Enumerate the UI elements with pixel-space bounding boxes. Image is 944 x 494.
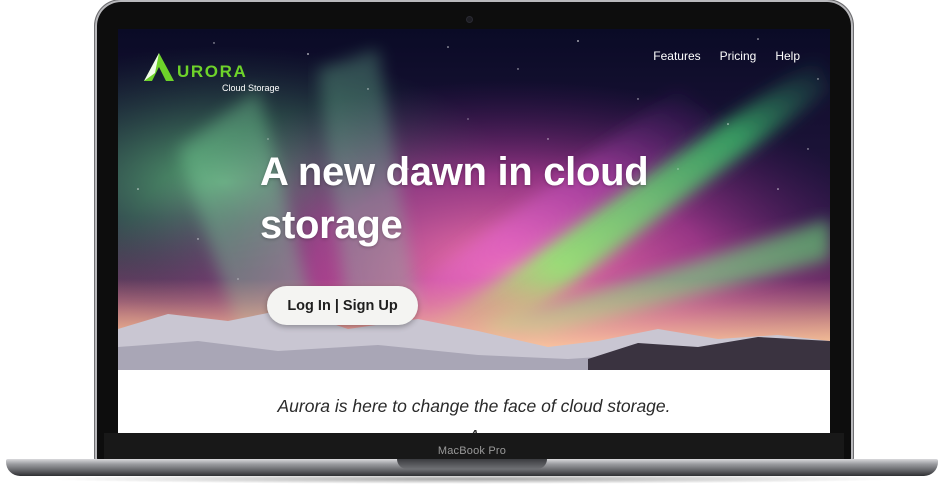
browser-screen: URORA Cloud Storage Features Pricing Hel… (118, 29, 830, 433)
intro-tagline-partial: A (118, 426, 830, 433)
hero-section: URORA Cloud Storage Features Pricing Hel… (118, 29, 830, 370)
intro-tagline: Aurora is here to change the face of clo… (277, 396, 671, 416)
login-signup-button[interactable]: Log In | Sign Up (267, 286, 418, 325)
nav-item-pricing[interactable]: Pricing (720, 49, 757, 63)
nav-item-features[interactable]: Features (653, 49, 700, 63)
camera-icon (467, 17, 472, 22)
main-nav: Features Pricing Help (653, 49, 800, 63)
laptop-opening-notch (397, 459, 547, 469)
device-brand-label: MacBook Pro (437, 445, 507, 457)
logo-subtitle: Cloud Storage (222, 83, 280, 93)
brand-logo[interactable]: URORA Cloud Storage (142, 49, 282, 95)
macbook-mockup: URORA Cloud Storage Features Pricing Hel… (0, 0, 944, 494)
aurora-logo-mark-icon (144, 53, 174, 81)
nav-item-help[interactable]: Help (775, 49, 800, 63)
hero-headline: A new dawn in cloud storage (260, 150, 649, 247)
logo-wordmark: URORA (177, 62, 248, 81)
